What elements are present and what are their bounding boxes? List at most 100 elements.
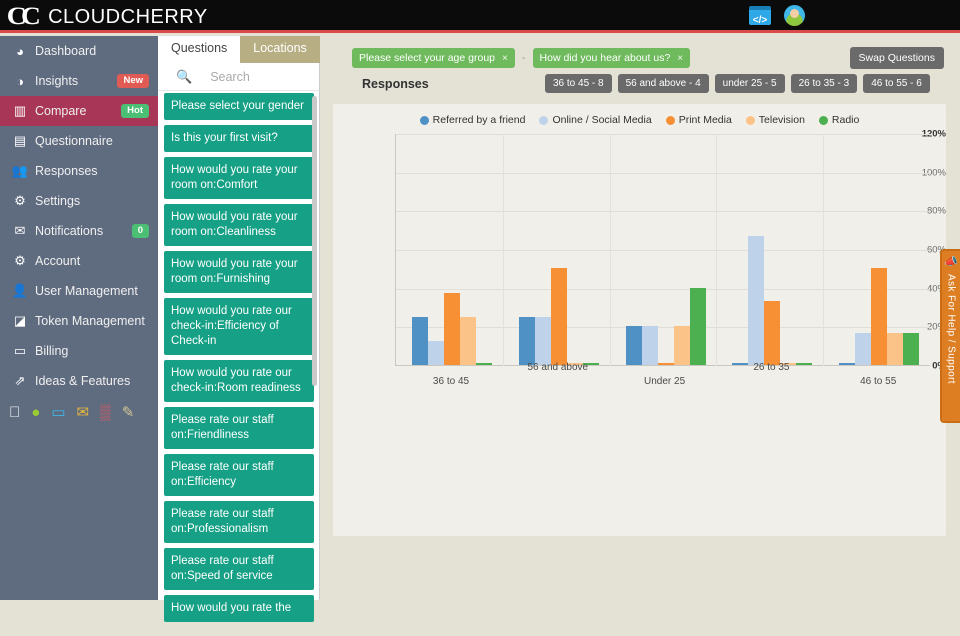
sidebar-item-ideas-features[interactable]: ⇗ Ideas & Features [0,366,158,396]
response-pill[interactable]: 46 to 55 - 6 [863,74,930,93]
people-icon: 👥 [11,163,29,178]
bar[interactable] [476,363,492,365]
question-item[interactable]: How would you rate our check-in:Efficien… [164,298,314,355]
gear-icon: ⚙ [14,193,26,208]
bar-group [839,268,920,365]
bar-group [518,268,599,365]
question-item[interactable]: Please rate our staff on:Professionalism [164,501,314,543]
question-item[interactable]: Please rate our staff on:Speed of servic… [164,548,314,590]
response-pill[interactable]: 56 and above - 4 [617,74,709,93]
swap-questions-button[interactable]: Swap Questions [849,47,944,69]
grid-line [396,211,930,213]
question-list-scrollbar[interactable] [312,96,317,386]
filter-chip[interactable]: How did you hear about us? × [532,48,691,68]
sidebar-item-user-management[interactable]: 👤 User Management [0,276,158,306]
sidebar-item-dashboard[interactable]: ◕ Dashboard [0,36,158,66]
filter-chip[interactable]: Please select your age group × [352,48,515,68]
question-item[interactable]: How would you rate your room on:Furnishi… [164,251,314,293]
response-pill[interactable]: 26 to 35 - 3 [790,74,858,93]
bar[interactable] [673,326,690,365]
close-icon[interactable]: × [677,53,683,64]
users-group-icon: 👤 [11,283,29,298]
sidebar-item-settings[interactable]: ⚙ Settings [0,186,158,216]
bar[interactable] [444,292,460,365]
bar[interactable] [625,326,642,365]
email-icon[interactable]: ✉ [77,405,90,420]
bar[interactable] [550,268,567,365]
response-pill[interactable]: 36 to 45 - 8 [545,74,612,93]
x-axis-tick-label: 26 to 35 [753,362,790,373]
sidebar-item-token-management[interactable]: ◪ Token Management [0,306,158,336]
bar[interactable] [518,316,535,365]
sidebar-item-notifications[interactable]: ✉ Notifications 0 [0,216,158,246]
response-pill[interactable]: under 25 - 5 [714,74,785,93]
bar[interactable] [428,340,444,365]
search-input[interactable]: Search [210,70,250,84]
bar[interactable] [855,332,872,365]
legend-color-swatch [419,115,429,125]
bar[interactable] [748,236,765,365]
close-icon[interactable]: × [502,53,508,64]
edit-icon[interactable]: ✎ [122,405,135,420]
sidebar-item-insights[interactable]: ◑ Insights New [0,66,158,96]
tab-questions[interactable]: Questions [158,36,241,63]
sidebar-item-label: User Management [35,284,138,298]
question-item[interactable]: Please select your gender [164,93,314,120]
sidebar-item-compare[interactable]: ▥ Compare Hot [0,96,165,126]
bar[interactable] [412,316,428,365]
dashboard-gauge-icon: ◕ [16,43,24,59]
code-icon[interactable]: </> [749,6,771,26]
top-bar-icons: </> [749,5,805,26]
legend-item[interactable]: Radio [818,114,860,126]
bar[interactable] [460,316,476,365]
bar[interactable] [641,326,658,365]
bar[interactable] [732,363,749,365]
bar[interactable] [839,363,856,365]
question-panel: Questions Locations 🔍 Search Please selec… [158,36,320,622]
filter-chips: Please select your age group × - How did yo… [352,48,691,68]
legend-item[interactable]: Referred by a friend [419,114,525,126]
legend-label: Print Media [678,114,732,126]
sidebar-item-responses[interactable]: 👥 Responses [0,156,158,186]
question-item[interactable]: How would you rate your room on:Comfort [164,157,314,199]
bar[interactable] [689,287,706,365]
search-row[interactable]: 🔍 Search [158,63,319,91]
sidebar-item-questionnaire[interactable]: ▤ Questionnaire [0,126,158,156]
qr-code-icon[interactable]: ▒ [100,405,111,420]
question-item[interactable]: How would you rate your room on:Cleanlin… [164,204,314,246]
legend-color-swatch [665,115,675,125]
question-item[interactable]: How would you rate the [164,595,314,622]
grid-line [396,250,930,251]
grid-line-vertical [823,134,825,366]
android-icon[interactable]: ● [31,405,40,420]
legend-label: Radio [831,114,860,126]
question-item[interactable]: Is this your first visit? [164,125,314,152]
apple-icon[interactable]:  [9,405,20,420]
sidebar-item-account[interactable]: ⚙ Account [0,246,158,276]
legend-item[interactable]: Television [745,114,805,126]
x-axis-line [396,365,930,366]
bar[interactable] [657,363,674,365]
sidebar-item-billing[interactable]: ▭ Billing [0,336,158,366]
sidebar-nav: ◕ Dashboard ◑ Insights New ▥ Compare Hot ▤ Questi… [0,36,165,396]
tab-locations[interactable]: Locations [240,36,320,63]
question-item[interactable]: How would you rate our check-in:Room rea… [164,360,314,402]
bar[interactable] [796,363,813,365]
bar[interactable] [534,316,551,365]
question-item[interactable]: Please rate our staff on:Efficiency [164,454,314,496]
x-axis-tick-label: 46 to 55 [860,376,897,387]
sidebar-item-label: Settings [35,194,81,208]
laptop-icon[interactable]: ▭ [51,405,65,420]
user-avatar-icon[interactable] [784,5,805,26]
sidebar-item-label: Billing [35,344,69,358]
bar[interactable] [887,332,904,365]
bar[interactable] [764,300,781,365]
ask-for-help-tab[interactable]: 📣 Ask For Help / Support [940,249,960,423]
legend-item[interactable]: Print Media [665,114,732,126]
legend-item[interactable]: Online / Social Media [539,114,652,126]
question-item[interactable]: Please rate our staff on:Friendliness [164,407,314,449]
bar-group [732,236,813,365]
bar[interactable] [903,332,920,365]
brand-logo[interactable]: CC CLOUDCHERRY [7,3,208,31]
bar[interactable] [871,268,888,365]
